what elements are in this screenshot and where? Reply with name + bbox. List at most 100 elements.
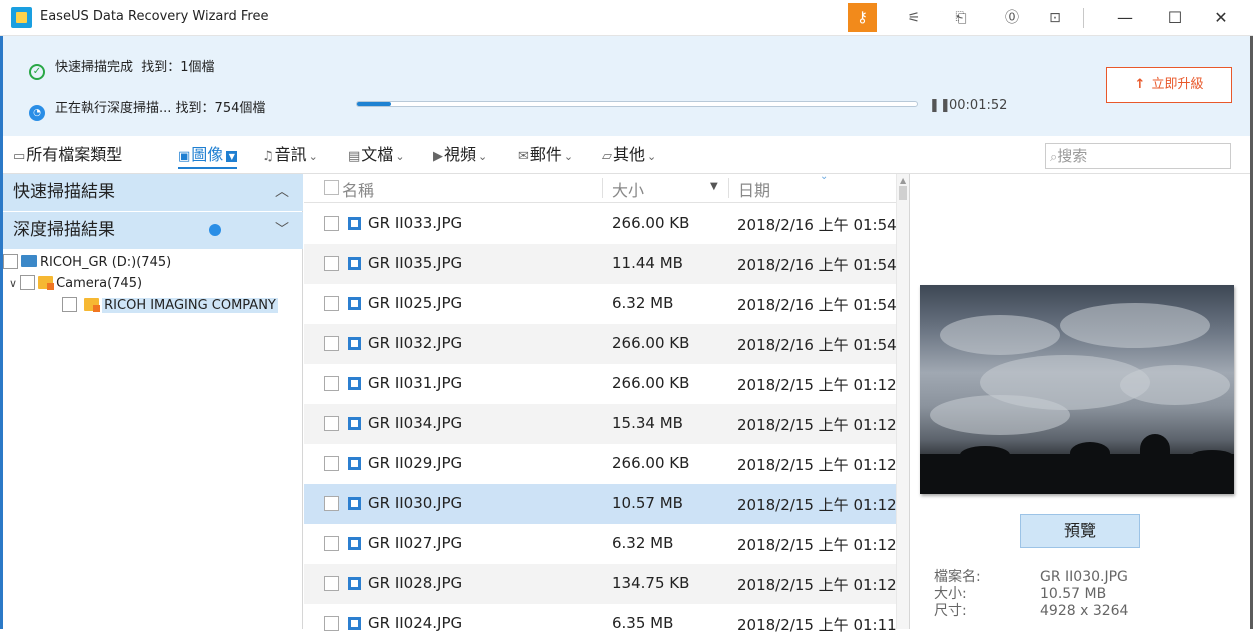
row-checkbox[interactable] <box>324 336 339 351</box>
filter-documents-label: 文檔 <box>361 145 394 164</box>
table-row[interactable]: GR II033.JPG 266.00 KB 2018/2/16 上午 01:54 <box>304 204 897 244</box>
table-row[interactable]: GR II027.JPG 6.32 MB 2018/2/15 上午 01:12 <box>304 524 897 564</box>
table-row[interactable]: GR II025.JPG 6.32 MB 2018/2/16 上午 01:54 <box>304 284 897 324</box>
quick-scan-results-header[interactable]: 快速掃描結果 ︿ <box>3 174 303 211</box>
file-size: 6.32 MB <box>612 534 674 552</box>
file-name: GR II030.JPG <box>368 494 463 512</box>
column-name[interactable]: 名稱 <box>342 177 374 201</box>
filter-mail[interactable]: ✉郵件 ⌄ <box>518 143 573 169</box>
chevron-down-icon[interactable]: ⌄ <box>478 150 487 163</box>
column-size[interactable]: 大小 <box>612 177 644 201</box>
column-date[interactable]: 日期 <box>738 177 770 201</box>
chevron-down-icon[interactable]: ∨ <box>9 277 17 290</box>
preview-button[interactable]: 預覽 <box>1020 514 1140 548</box>
pause-icon[interactable]: ❚❚ <box>929 98 951 113</box>
scan-progress-bar <box>356 101 918 107</box>
row-checkbox[interactable] <box>324 536 339 551</box>
image-file-icon <box>348 457 361 470</box>
filter-other-label: 其他 <box>613 145 646 164</box>
file-name: GR II033.JPG <box>368 214 463 232</box>
chevron-down-icon[interactable]: ▼ <box>226 151 238 162</box>
image-file-icon <box>348 257 361 270</box>
scanning-icon <box>209 224 221 236</box>
file-date: 2018/2/15 上午 01:12 <box>737 456 897 474</box>
filter-audio[interactable]: ♫音訊 ⌄ <box>262 143 318 169</box>
table-row[interactable]: GR II032.JPG 266.00 KB 2018/2/16 上午 01:54 <box>304 324 897 364</box>
tree-checkbox[interactable] <box>62 297 77 312</box>
titlebar-divider <box>1083 8 1084 28</box>
document-icon: ▤ <box>348 149 361 164</box>
table-row[interactable]: GR II030.JPG 10.57 MB 2018/2/15 上午 01:12 <box>304 484 897 524</box>
file-size: 15.34 MB <box>612 414 683 432</box>
deep-scan-results-header[interactable]: 深度掃描結果 ﹀ <box>3 212 303 249</box>
scanning-icon: ◔ <box>29 105 45 121</box>
export-icon[interactable]: ⎗ <box>949 6 973 30</box>
search-input[interactable]: ⌕搜索 <box>1045 143 1231 169</box>
table-row[interactable]: GR II035.JPG 11.44 MB 2018/2/16 上午 01:54 <box>304 244 897 284</box>
filter-images[interactable]: ▣圖像 ▼ <box>178 143 238 169</box>
info-dimensions-value: 4928 x 3264 <box>1040 603 1129 619</box>
elapsed-time: 00:01:52 <box>949 98 1008 113</box>
dropdown-icon[interactable]: ⊡ <box>1043 6 1067 30</box>
row-checkbox[interactable] <box>324 296 339 311</box>
filter-mail-label: 郵件 <box>529 145 562 164</box>
tree-item-drive[interactable]: RICOH_GR (D:)(745) <box>3 253 171 273</box>
file-name: GR II028.JPG <box>368 574 463 592</box>
minimize-button[interactable]: — <box>1108 4 1142 32</box>
row-checkbox[interactable] <box>324 376 339 391</box>
tree-camera-label: Camera(745) <box>56 276 143 291</box>
image-file-icon <box>348 617 361 630</box>
chevron-down-icon[interactable]: ﹀ <box>275 212 289 249</box>
select-all-checkbox[interactable] <box>324 180 339 195</box>
check-icon: ✓ <box>29 64 45 80</box>
scrollbar-thumb[interactable] <box>899 186 907 200</box>
chevron-up-icon[interactable]: ︿ <box>275 174 289 211</box>
help-icon[interactable]: ⓪ <box>1000 6 1024 30</box>
tree-item-camera[interactable]: ∨ Camera(745) <box>9 274 142 294</box>
chevron-down-icon[interactable]: ⌄ <box>647 150 656 163</box>
image-file-icon <box>348 497 361 510</box>
results-sidebar: 快速掃描結果 ︿ 深度掃描結果 ﹀ RICOH_GR (D:)(745) ∨ Ca… <box>3 174 303 629</box>
sort-down-icon[interactable]: ▼ <box>710 181 718 192</box>
preview-image <box>920 285 1234 494</box>
tree-checkbox[interactable] <box>3 254 18 269</box>
table-row[interactable]: GR II034.JPG 15.34 MB 2018/2/15 上午 01:12 <box>304 404 897 444</box>
row-checkbox[interactable] <box>324 576 339 591</box>
filter-video[interactable]: ▶視頻 ⌄ <box>433 143 487 169</box>
table-row[interactable]: GR II028.JPG 134.75 KB 2018/2/15 上午 01:12 <box>304 564 897 604</box>
upgrade-button[interactable]: ↑ 立即升級 <box>1106 67 1232 103</box>
chevron-down-icon[interactable]: ⌄ <box>309 150 318 163</box>
row-checkbox[interactable] <box>324 216 339 231</box>
filter-documents[interactable]: ▤文檔 ⌄ <box>348 143 405 169</box>
table-row[interactable]: GR II031.JPG 266.00 KB 2018/2/15 上午 01:12 <box>304 364 897 404</box>
tree-drive-label: RICOH_GR (D:)(745) <box>40 255 172 270</box>
tree-item-ricoh-imaging[interactable]: RICOH IMAGING COMPANY <box>62 296 278 316</box>
file-size: 266.00 KB <box>612 454 690 472</box>
key-icon[interactable]: ⚷ <box>848 3 877 32</box>
close-button[interactable]: ✕ <box>1204 4 1238 32</box>
tree-ricoh-label: RICOH IMAGING COMPANY <box>102 298 278 313</box>
row-checkbox[interactable] <box>324 256 339 271</box>
maximize-button[interactable]: ☐ <box>1158 4 1192 32</box>
vertical-scrollbar[interactable]: ▲ <box>896 174 909 629</box>
row-checkbox[interactable] <box>324 456 339 471</box>
file-size: 11.44 MB <box>612 254 683 272</box>
app-logo-icon <box>11 7 32 28</box>
up-arrow-icon: ↑ <box>1134 77 1146 92</box>
file-list-header: 名稱 大小 ▼ 日期 ⌄ <box>304 171 909 203</box>
table-row[interactable]: GR II024.JPG 6.35 MB 2018/2/15 上午 01:11 <box>304 604 897 644</box>
scroll-up-icon[interactable]: ▲ <box>900 176 906 185</box>
filter-other[interactable]: ▱其他 ⌄ <box>602 143 656 169</box>
row-checkbox[interactable] <box>324 416 339 431</box>
file-name: GR II025.JPG <box>368 294 463 312</box>
scan-progress-fill <box>357 102 391 106</box>
filter-all-types[interactable]: ▭所有檔案類型 <box>13 143 122 169</box>
chevron-down-icon[interactable]: ⌄ <box>395 150 404 163</box>
table-row[interactable]: GR II029.JPG 266.00 KB 2018/2/15 上午 01:12 <box>304 444 897 484</box>
quick-scan-found: 找到：1個檔 <box>141 60 215 75</box>
tree-checkbox[interactable] <box>20 275 36 290</box>
info-filename-label: 檔案名: <box>934 569 981 585</box>
row-checkbox[interactable] <box>324 496 339 511</box>
chevron-down-icon[interactable]: ⌄ <box>564 150 573 163</box>
share-icon[interactable]: ⚟ <box>902 6 926 30</box>
